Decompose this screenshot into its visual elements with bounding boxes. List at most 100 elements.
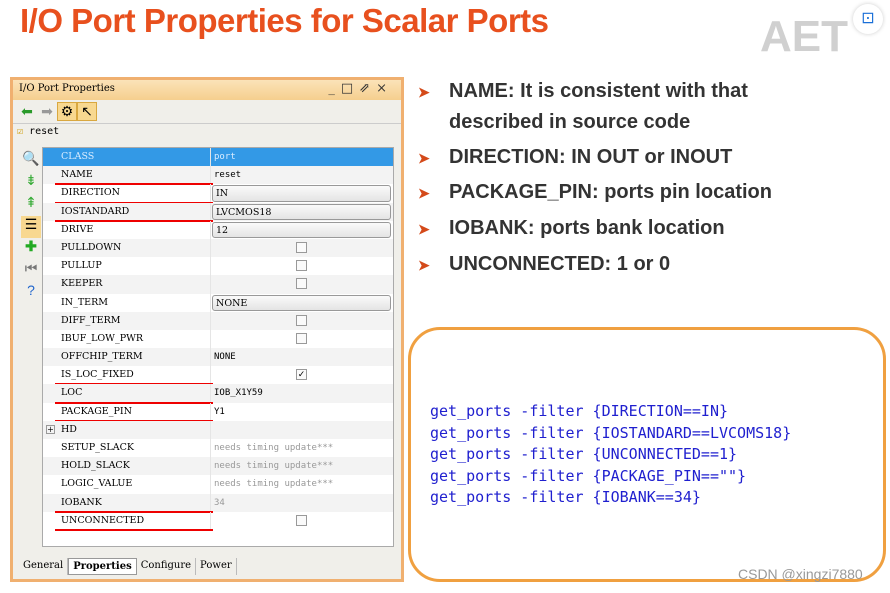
bullet-text: NAME: It is consistent with that xyxy=(449,80,748,102)
tab-properties[interactable]: Properties xyxy=(68,558,137,575)
property-row-iobank[interactable]: IOBANK 34 xyxy=(43,493,393,513)
value-text: port xyxy=(214,152,236,162)
property-row-setup_slack[interactable]: SETUP_SLACK needs timing update*** xyxy=(43,439,393,458)
property-row-hold_slack[interactable]: HOLD_SLACK needs timing update*** xyxy=(43,457,393,476)
bullet-text: IOBANK: ports bank location xyxy=(449,217,725,239)
value-text: Y1 xyxy=(214,406,225,417)
port-icon: ☑ xyxy=(17,126,24,137)
property-label: PULLUP xyxy=(61,260,102,272)
collapse-all-icon[interactable]: ⇟ xyxy=(21,172,41,194)
visual-search-icon[interactable]: ⊡ xyxy=(853,4,883,34)
property-row-iostandard[interactable]: IOSTANDARD LVCMOS18 xyxy=(43,202,393,222)
property-row-class[interactable]: CLASS port xyxy=(43,148,393,167)
property-row-direction[interactable]: DIRECTION IN xyxy=(43,184,393,204)
value-text: needs timing update*** xyxy=(214,443,334,453)
property-label: IOSTANDARD xyxy=(61,205,130,217)
expand-icon[interactable]: + xyxy=(46,424,55,434)
auto-update-icon[interactable]: ⚙ xyxy=(57,102,77,121)
add-icon[interactable]: ✚ xyxy=(21,238,41,260)
value-text: 34 xyxy=(214,497,225,508)
property-label: IOBANK xyxy=(61,496,102,508)
property-row-is_loc_fixed[interactable]: IS_LOC_FIXED ✓ xyxy=(43,366,393,386)
value-dropdown[interactable]: NONE xyxy=(212,294,391,311)
first-icon[interactable]: ⏮ xyxy=(21,260,41,282)
property-row-name[interactable]: NAME reset xyxy=(43,166,393,186)
property-label: KEEPER xyxy=(61,278,103,290)
property-row-offchip_term[interactable]: OFFCHIP_TERM NONE xyxy=(43,348,393,367)
property-row-ibuf_low_pwr[interactable]: IBUF_LOW_PWR xyxy=(43,329,393,349)
property-row-hd[interactable]: + HD xyxy=(43,420,393,439)
value-dropdown[interactable]: LVCMOS18 xyxy=(212,203,391,220)
back-arrow-icon[interactable]: ⬅ xyxy=(17,103,37,120)
arrow-bullet-icon: ➤ xyxy=(418,84,430,100)
property-label: IN_TERM xyxy=(61,296,108,308)
property-label: DRIVE xyxy=(61,223,94,235)
arrow-bullet-icon: ➤ xyxy=(418,221,430,237)
value-text: IOB_X1Y59 xyxy=(214,388,263,399)
help-icon[interactable]: ? xyxy=(21,282,41,304)
value-checkbox[interactable] xyxy=(296,514,307,526)
value-checkbox[interactable] xyxy=(296,278,307,290)
value-checkbox[interactable] xyxy=(296,332,307,344)
search-icon[interactable]: 🔍 xyxy=(21,150,41,172)
value-checkbox[interactable]: ✓ xyxy=(296,369,307,381)
property-label: LOGIC_VALUE xyxy=(61,478,133,490)
property-label: DIRECTION xyxy=(61,187,120,199)
bullet-text: UNCONNECTED: 1 or 0 xyxy=(449,253,671,275)
property-label: HD xyxy=(61,423,77,435)
value-dropdown[interactable]: 12 xyxy=(212,221,391,238)
property-label: OFFCHIP_TERM xyxy=(61,351,143,363)
code-line: get_ports -filter {PACKAGE_PIN==""} xyxy=(430,466,747,485)
property-label: LOC xyxy=(61,387,83,399)
property-row-diff_term[interactable]: DIFF_TERM xyxy=(43,311,393,330)
property-row-keeper[interactable]: KEEPER xyxy=(43,275,393,294)
pointer-icon[interactable]: ↖ xyxy=(77,102,97,121)
slide-title: I/O Port Properties for Scalar Ports xyxy=(20,2,549,39)
value-checkbox[interactable] xyxy=(296,241,307,253)
property-grid: CLASS port NAME reset DIRECTION IN IOSTANDARD L… xyxy=(42,147,394,547)
arrow-bullet-icon: ➤ xyxy=(418,150,430,166)
maximize-icon[interactable]: □ xyxy=(341,81,359,96)
property-row-loc[interactable]: LOC IOB_X1Y59 xyxy=(43,384,393,404)
forward-arrow-icon[interactable]: ➡ xyxy=(37,103,57,120)
panel-title: I/O Port Properties xyxy=(19,83,115,94)
value-text: needs timing update*** xyxy=(214,479,334,490)
property-row-pullup[interactable]: PULLUP xyxy=(43,257,393,276)
property-label: CLASS xyxy=(61,151,95,162)
logo: AET xyxy=(760,12,848,61)
close-icon[interactable]: × xyxy=(376,81,393,96)
arrow-bullet-icon: ➤ xyxy=(418,185,430,201)
watermark: CSDN @xingzi7880 xyxy=(738,566,863,582)
code-line: get_ports -filter {IOBANK==34} xyxy=(430,488,701,506)
property-row-package_pin[interactable]: PACKAGE_PIN Y1 xyxy=(43,402,393,422)
value-text: needs timing update*** xyxy=(214,461,334,472)
property-row-unconnected[interactable]: UNCONNECTED xyxy=(43,511,393,531)
property-row-in_term[interactable]: IN_TERM NONE xyxy=(43,293,393,312)
value-checkbox[interactable] xyxy=(296,260,307,272)
property-row-pulldown[interactable]: PULLDOWN xyxy=(43,238,393,258)
property-label: SETUP_SLACK xyxy=(61,442,134,453)
bullet-text: described in source code xyxy=(449,111,691,133)
property-row-logic_value[interactable]: LOGIC_VALUE needs timing update*** xyxy=(43,475,393,494)
property-label: UNCONNECTED xyxy=(61,514,145,526)
property-row-drive[interactable]: DRIVE 12 xyxy=(43,220,393,239)
value-dropdown[interactable]: IN xyxy=(212,185,391,202)
property-label: PULLDOWN xyxy=(61,241,122,253)
value-checkbox[interactable] xyxy=(296,314,307,326)
tab-configure[interactable]: Configure xyxy=(137,558,197,575)
group-icon[interactable]: ☰ xyxy=(21,216,41,238)
bullet-text: PACKAGE_PIN: ports pin location xyxy=(449,181,772,203)
arrow-bullet-icon: ➤ xyxy=(418,257,430,273)
red-underline xyxy=(55,528,213,531)
code-line: get_ports -filter {DIRECTION==IN} xyxy=(430,402,729,420)
tab-power[interactable]: Power xyxy=(196,558,237,575)
property-label: IBUF_LOW_PWR xyxy=(61,332,144,344)
property-label: IS_LOC_FIXED xyxy=(61,369,134,381)
value-text: NONE xyxy=(214,352,236,363)
float-icon[interactable]: ⇗ xyxy=(359,81,376,96)
expand-all-icon[interactable]: ⇞ xyxy=(21,194,41,216)
minimize-icon[interactable]: _ xyxy=(328,81,341,96)
property-label: DIFF_TERM xyxy=(61,314,121,326)
tab-general[interactable]: General xyxy=(19,558,69,575)
bullet-text: DIRECTION: IN OUT or INOUT xyxy=(449,146,733,168)
